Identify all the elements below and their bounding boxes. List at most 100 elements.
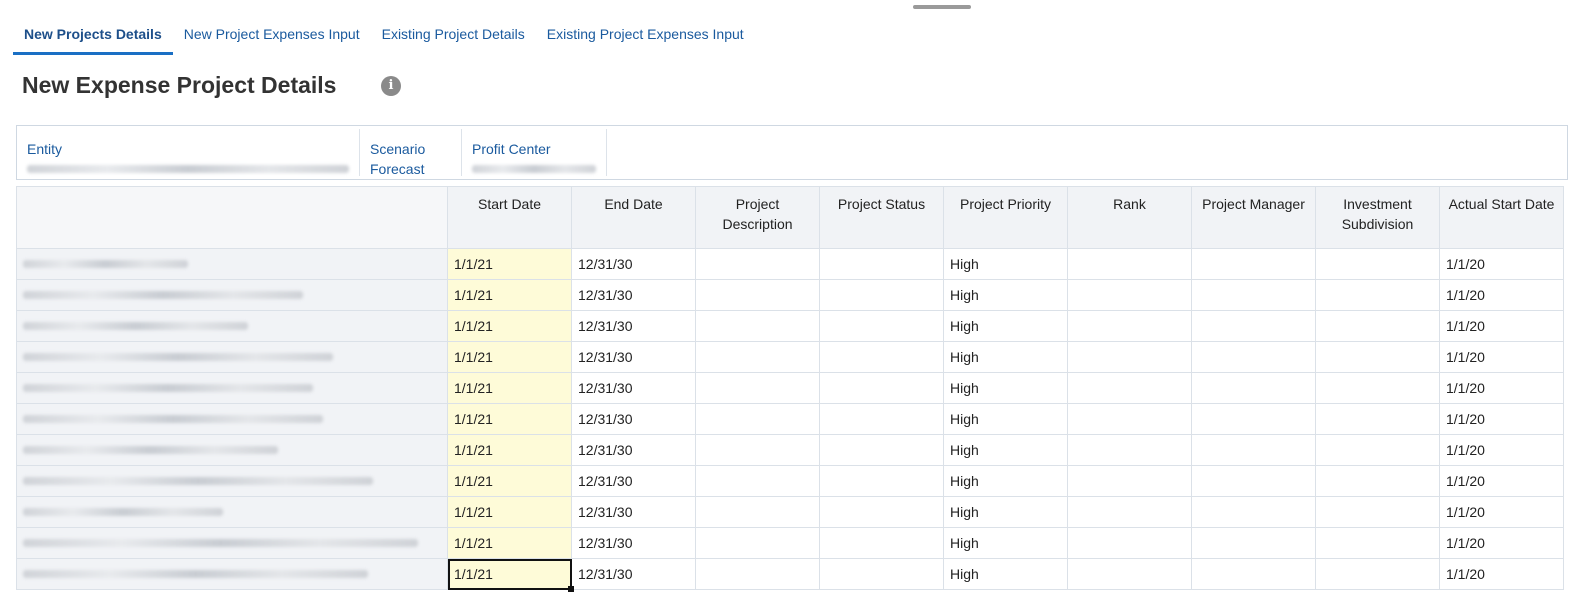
grid-cell[interactable] — [819, 496, 944, 528]
grid-cell[interactable] — [819, 403, 944, 435]
grid-cell[interactable]: 1/1/21 — [447, 248, 572, 280]
grid-cell[interactable]: 1/1/21 — [447, 310, 572, 342]
grid-cell[interactable] — [1315, 310, 1440, 342]
grid-cell[interactable] — [1067, 403, 1192, 435]
grid-cell[interactable]: 1/1/20 — [1439, 434, 1564, 466]
grid-cell[interactable] — [819, 434, 944, 466]
grid-cell[interactable] — [695, 341, 820, 373]
grid-cell[interactable] — [1067, 527, 1192, 559]
grid-cell[interactable] — [819, 341, 944, 373]
grid-cell[interactable]: 1/1/20 — [1439, 558, 1564, 590]
grid-cell[interactable] — [819, 527, 944, 559]
grid-cell[interactable] — [1067, 279, 1192, 311]
grid-cell[interactable] — [1315, 496, 1440, 528]
grid-cell[interactable] — [1315, 558, 1440, 590]
grid-cell[interactable]: High — [943, 527, 1068, 559]
row-header[interactable] — [16, 527, 448, 559]
grid-cell[interactable] — [695, 372, 820, 404]
grid-cell[interactable] — [1067, 372, 1192, 404]
grid-cell[interactable]: 1/1/21 — [447, 341, 572, 373]
grid-cell[interactable] — [1067, 341, 1192, 373]
grid-cell[interactable]: High — [943, 465, 1068, 497]
row-header[interactable] — [16, 248, 448, 280]
grid-cell[interactable]: 12/31/30 — [571, 279, 696, 311]
column-header[interactable]: Project Priority — [943, 186, 1068, 249]
grid-cell[interactable]: 1/1/20 — [1439, 403, 1564, 435]
grid-cell[interactable]: High — [943, 341, 1068, 373]
grid-cell[interactable] — [695, 248, 820, 280]
grid-cell[interactable]: High — [943, 434, 1068, 466]
grid-cell[interactable] — [1191, 558, 1316, 590]
tab-new-project-expenses-input[interactable]: New Project Expenses Input — [173, 22, 371, 55]
drag-handle[interactable] — [913, 5, 971, 9]
row-header[interactable] — [16, 496, 448, 528]
grid-cell[interactable] — [1191, 527, 1316, 559]
grid-cell[interactable] — [1067, 310, 1192, 342]
column-header[interactable]: Project Status — [819, 186, 944, 249]
grid-cell[interactable] — [1191, 403, 1316, 435]
grid-cell[interactable] — [695, 310, 820, 342]
grid-cell[interactable] — [1315, 434, 1440, 466]
column-header[interactable]: Actual Start Date — [1439, 186, 1564, 249]
grid-cell[interactable] — [819, 465, 944, 497]
row-header[interactable] — [16, 310, 448, 342]
grid-cell[interactable] — [1315, 372, 1440, 404]
column-header[interactable]: Investment Subdivision — [1315, 186, 1440, 249]
grid-cell[interactable]: 1/1/21 — [447, 434, 572, 466]
grid-cell[interactable]: 12/31/30 — [571, 372, 696, 404]
grid-cell[interactable] — [1315, 341, 1440, 373]
grid-cell[interactable] — [1315, 403, 1440, 435]
grid-cell[interactable] — [1191, 279, 1316, 311]
grid-cell[interactable] — [1315, 279, 1440, 311]
grid-cell[interactable] — [1191, 310, 1316, 342]
grid-cell[interactable] — [1191, 248, 1316, 280]
grid-cell[interactable] — [695, 403, 820, 435]
grid-cell[interactable]: 12/31/30 — [571, 558, 696, 590]
grid-cell[interactable] — [695, 279, 820, 311]
column-header[interactable]: End Date — [571, 186, 696, 249]
grid-cell[interactable] — [819, 372, 944, 404]
grid-cell[interactable] — [1315, 248, 1440, 280]
tab-existing-project-details[interactable]: Existing Project Details — [371, 22, 536, 55]
column-header[interactable]: Project Manager — [1191, 186, 1316, 249]
row-header[interactable] — [16, 279, 448, 311]
grid-cell[interactable] — [695, 434, 820, 466]
column-header[interactable]: Project Description — [695, 186, 820, 249]
grid-cell[interactable]: High — [943, 558, 1068, 590]
grid-cell[interactable] — [819, 558, 944, 590]
grid-cell[interactable]: 12/31/30 — [571, 496, 696, 528]
row-header[interactable] — [16, 434, 448, 466]
grid-cell[interactable]: 12/31/30 — [571, 465, 696, 497]
grid-cell[interactable] — [1067, 496, 1192, 528]
grid-cell[interactable]: 12/31/30 — [571, 434, 696, 466]
grid-cell[interactable]: 1/1/20 — [1439, 496, 1564, 528]
grid-cell[interactable]: 1/1/21 — [447, 372, 572, 404]
grid-cell[interactable] — [695, 465, 820, 497]
grid-cell[interactable] — [1315, 465, 1440, 497]
grid-cell[interactable] — [1067, 248, 1192, 280]
column-header[interactable]: Start Date — [447, 186, 572, 249]
grid-cell[interactable] — [1315, 527, 1440, 559]
grid-cell[interactable] — [1191, 434, 1316, 466]
grid-cell[interactable]: High — [943, 279, 1068, 311]
tab-new-projects-details[interactable]: New Projects Details — [13, 22, 173, 55]
grid-cell[interactable] — [819, 279, 944, 311]
grid-cell[interactable]: 1/1/21 — [447, 527, 572, 559]
column-header[interactable]: Rank — [1067, 186, 1192, 249]
grid-cell[interactable]: 12/31/30 — [571, 310, 696, 342]
grid-cell[interactable] — [819, 310, 944, 342]
grid-cell[interactable] — [695, 558, 820, 590]
grid-cell[interactable]: 1/1/21 — [447, 465, 572, 497]
grid-cell[interactable]: High — [943, 372, 1068, 404]
grid-cell[interactable] — [1191, 341, 1316, 373]
grid-cell[interactable] — [819, 248, 944, 280]
grid-cell[interactable]: 1/1/20 — [1439, 527, 1564, 559]
grid-cell[interactable]: 1/1/21 — [447, 279, 572, 311]
grid-cell[interactable]: 12/31/30 — [571, 403, 696, 435]
row-header[interactable] — [16, 465, 448, 497]
grid-cell[interactable] — [1191, 496, 1316, 528]
grid-cell[interactable] — [1191, 372, 1316, 404]
grid-cell[interactable]: High — [943, 496, 1068, 528]
grid-cell[interactable]: 1/1/20 — [1439, 372, 1564, 404]
grid-cell[interactable] — [1067, 434, 1192, 466]
